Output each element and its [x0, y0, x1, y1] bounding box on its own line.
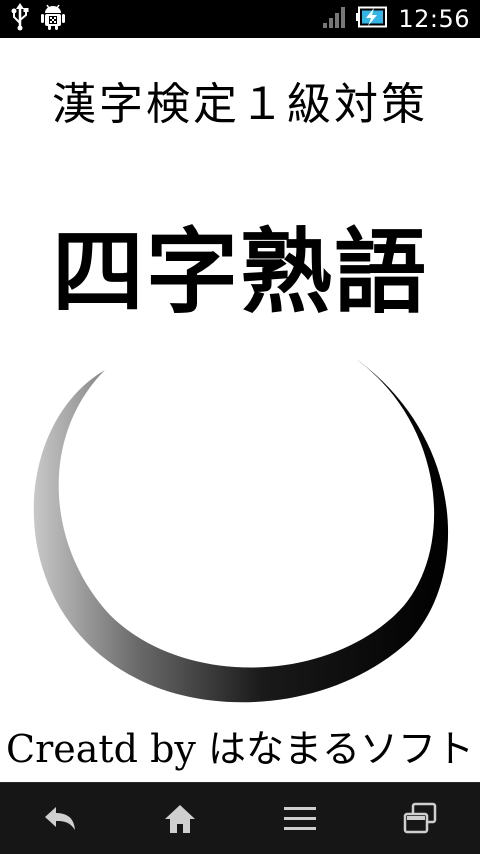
recent-apps-button[interactable]: [380, 789, 460, 849]
subtitle-heading: 漢字検定１級対策: [52, 79, 428, 130]
status-notifications: [10, 3, 66, 35]
status-system-icons: 12:56: [322, 4, 470, 34]
navigation-bar: [0, 782, 480, 854]
back-icon: [45, 806, 75, 830]
recent-apps-icon: [403, 802, 437, 833]
android-debug-icon: [40, 3, 66, 35]
status-clock: 12:56: [398, 5, 470, 33]
signal-icon: [322, 5, 346, 33]
usb-icon: [10, 3, 30, 35]
home-button[interactable]: [140, 789, 220, 849]
menu-icon: [284, 806, 316, 830]
crescent-logo-icon: [33, 356, 449, 703]
crescent-shape: [33, 356, 449, 703]
app-title: 四字熟語: [51, 218, 428, 326]
menu-button[interactable]: [260, 789, 340, 849]
back-button[interactable]: [20, 789, 100, 849]
home-icon: [165, 804, 195, 833]
battery-charging-icon: [356, 6, 388, 32]
credit-text: Creatd by はなまるソフト: [6, 727, 474, 771]
status-bar: 12:56: [0, 0, 480, 38]
